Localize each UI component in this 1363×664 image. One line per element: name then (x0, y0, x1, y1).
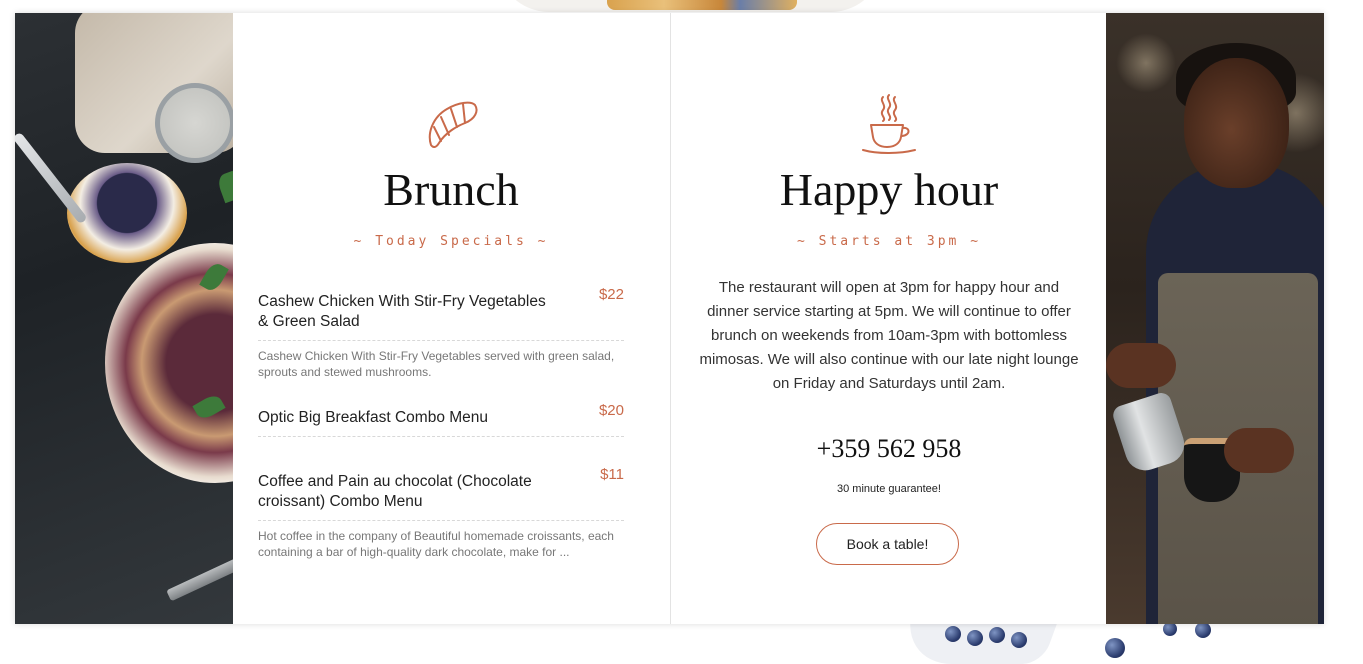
happy-hour-description: The restaurant will open at 3pm for happ… (699, 279, 1079, 392)
guarantee-note: 30 minute guarantee! (837, 483, 941, 495)
divider (258, 436, 624, 437)
phone-number: +359 562 958 (816, 434, 962, 463)
barista-photo (1106, 13, 1324, 624)
divider (258, 520, 624, 521)
menu-item-name: Coffee and Pain au chocolat (Chocolate c… (258, 473, 532, 510)
brunch-column: Brunch ~ Today Specials ~ Cashew Chicken… (233, 13, 669, 624)
decorative-blueberries-plate (892, 594, 1211, 664)
happy-hour-title: Happy hour (779, 164, 999, 215)
divider (258, 340, 624, 341)
menu-item-name: Optic Big Breakfast Combo Menu (258, 409, 489, 426)
food-photo (15, 13, 233, 624)
menu-item-price: $20 (598, 402, 624, 419)
menu-item-description: Cashew Chicken With Stir-Fry Vegetables … (258, 349, 615, 379)
brunch-subtitle: ~ Today Specials ~ (353, 234, 549, 249)
menu-item: Cashew Chicken With Stir-Fry Vegetables … (258, 286, 624, 380)
menu-item: Coffee and Pain au chocolat (Chocolate c… (258, 466, 624, 560)
book-table-button[interactable]: Book a table! (816, 523, 959, 565)
happy-hour-subtitle: ~ Starts at 3pm ~ (796, 234, 982, 249)
menu-item: Optic Big Breakfast Combo Menu $20 (258, 402, 624, 437)
menu-item-description: Hot coffee in the company of Beautiful h… (258, 529, 614, 559)
happy-hour-column: Happy hour ~ Starts at 3pm ~ The restaur… (670, 13, 1107, 624)
brunch-title: Brunch (383, 164, 519, 215)
croissant-icon (419, 93, 483, 157)
menu-item-price: $11 (600, 466, 624, 483)
specials-section: Brunch ~ Today Specials ~ Cashew Chicken… (15, 13, 1324, 624)
decorative-food-plate-top (497, 0, 883, 12)
coffee-cup-icon (857, 93, 921, 157)
menu-item-name: Cashew Chicken With Stir-Fry Vegetables … (258, 293, 546, 330)
menu-item-price: $22 (598, 286, 624, 303)
